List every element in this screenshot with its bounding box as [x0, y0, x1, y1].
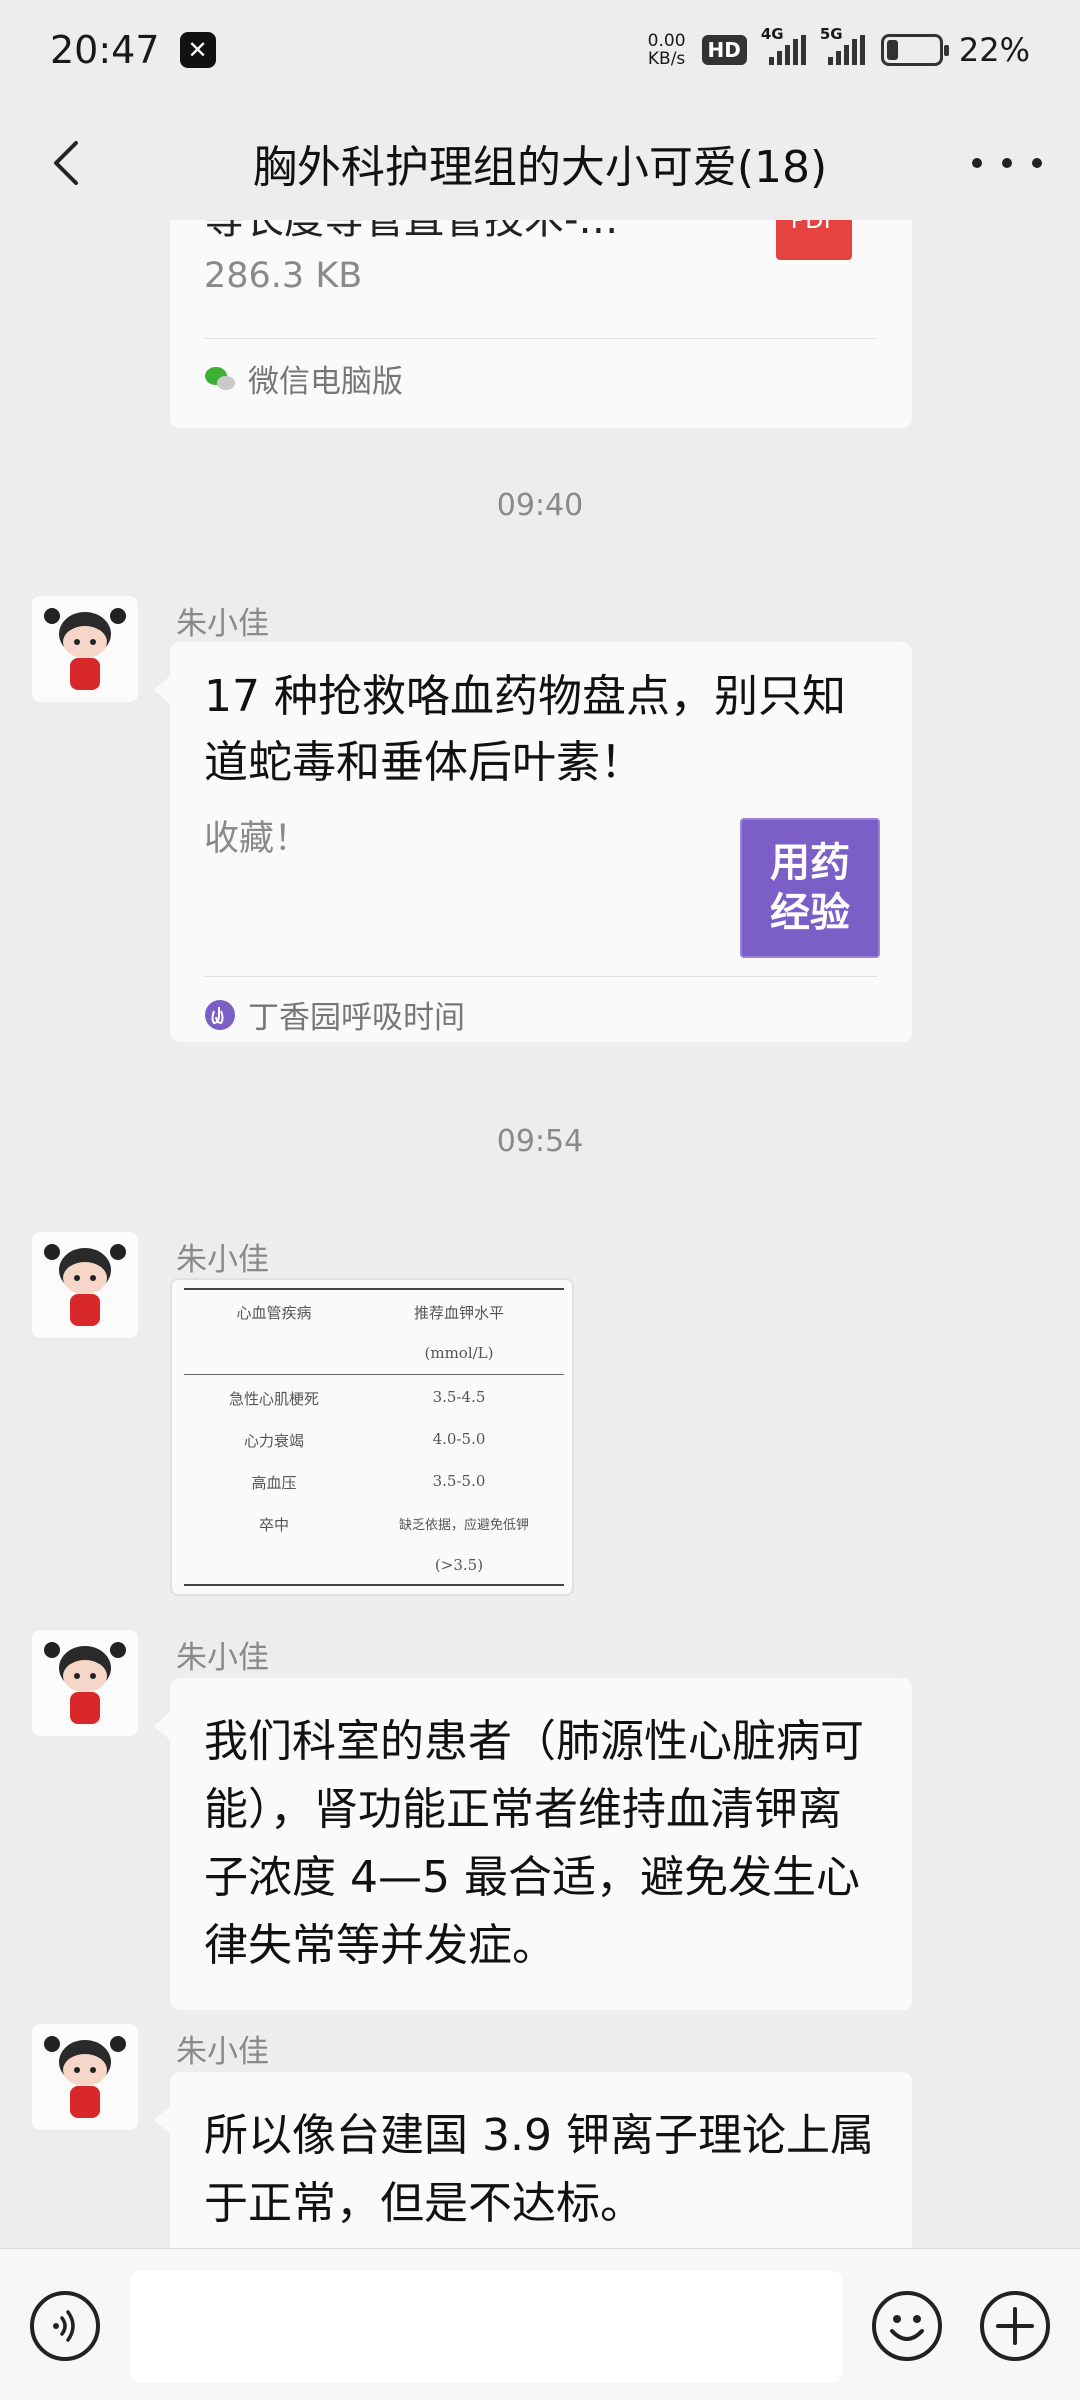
- table-rule: [184, 1584, 564, 1586]
- signal-4g-icon: 4G: [761, 25, 806, 65]
- status-indicators: 0.00 KB/s HD 4G 5G 22%: [648, 25, 1030, 69]
- more-dot-icon: [972, 158, 982, 168]
- status-time: 20:47: [50, 28, 160, 72]
- more-functions-button[interactable]: [978, 2289, 1052, 2363]
- avatar-cartoon-girl-icon: [44, 2036, 126, 2118]
- avatar[interactable]: [32, 2024, 138, 2130]
- emoji-icon: [872, 2291, 942, 2361]
- link-title: 17 种抢救咯血药物盘点，别只知道蛇毒和垂体后叶素！: [204, 671, 846, 788]
- avatar[interactable]: [32, 1232, 138, 1338]
- emoji-button[interactable]: [870, 2289, 944, 2363]
- table-cell: 高血压: [251, 1474, 297, 1492]
- avatar[interactable]: [32, 596, 138, 702]
- capcut-app-icon: ✕: [179, 32, 216, 68]
- wechat-icon: [205, 366, 235, 390]
- battery-level: [886, 40, 898, 60]
- thumbnail-text-line2: 经验: [770, 890, 850, 936]
- avatar-cartoon-girl-icon: [44, 1244, 126, 1326]
- table-rule: [184, 1374, 564, 1375]
- dxy-lung-icon: [205, 999, 235, 1030]
- table-cell: 缺乏依据，应避免低钾: [398, 1518, 529, 1533]
- table-cell: (>3.5): [434, 1556, 484, 1574]
- avatar-cartoon-girl-icon: [44, 1642, 126, 1724]
- network-speed: 0.00 KB/s: [648, 32, 686, 68]
- chat-title: 胸外科护理组的大小可爱(18): [252, 142, 828, 193]
- signal-5g-icon: 5G: [820, 25, 865, 65]
- more-options-button[interactable]: [972, 133, 1042, 193]
- timestamp: 09:54: [496, 1124, 584, 1159]
- card-source-label: 微信电脑版: [248, 364, 403, 400]
- pdf-file-icon: PDF: [776, 220, 852, 260]
- more-dot-icon: [1002, 158, 1012, 168]
- table-unit: (mmol/L): [424, 1344, 494, 1362]
- link-message-card[interactable]: 17 种抢救咯血药物盘点，别只知道蛇毒和垂体后叶素！ 收藏！ 用药 经验 丁香园…: [154, 642, 912, 1042]
- signal-5g-label: 5G: [819, 25, 843, 43]
- message-input[interactable]: [130, 2271, 842, 2383]
- voice-input-button[interactable]: [28, 2289, 102, 2363]
- table-cell: 4.0-5.0: [432, 1430, 486, 1448]
- avatar-cartoon-girl-icon: [44, 608, 126, 690]
- card-source-label: 丁香园呼吸时间: [248, 1000, 465, 1036]
- table-header: 推荐血钾水平: [413, 1304, 504, 1322]
- more-dot-icon: [1032, 158, 1042, 168]
- network-speed-value: 0.00: [647, 31, 686, 51]
- sender-name: 朱小佳: [176, 606, 269, 642]
- input-bar: [0, 2248, 1080, 2400]
- link-thumbnail: 用药 经验: [740, 818, 880, 958]
- plus-icon: [980, 2291, 1050, 2361]
- signal-4g-label: 4G: [760, 25, 784, 43]
- table-cell: 3.5-5.0: [432, 1472, 486, 1490]
- card-divider: [204, 338, 878, 339]
- table-cell: 急性心肌梗死: [228, 1390, 319, 1408]
- image-message[interactable]: 心血管疾病 推荐血钾水平 (mmol/L) 急性心肌梗死 3.5-4.5 心力衰…: [170, 1278, 574, 1596]
- chevron-left-icon: [54, 141, 78, 185]
- avatar[interactable]: [32, 1630, 138, 1736]
- text-message-bubble[interactable]: 所以像台建国 3.9 钾离子理论上属于正常，但是不达标。: [154, 2072, 912, 2248]
- sender-name: 朱小佳: [176, 1242, 269, 1278]
- timestamp: 09:40: [496, 488, 584, 523]
- file-name: 等长度等管直管技术-…: [204, 220, 619, 243]
- battery-icon: [880, 34, 949, 66]
- link-description: 收藏！: [204, 819, 310, 859]
- sender-name: 朱小佳: [176, 2034, 269, 2070]
- table-rule: [184, 1288, 564, 1290]
- voice-icon: [30, 2291, 100, 2361]
- table-cell: 心力衰竭: [243, 1432, 304, 1450]
- network-speed-unit: KB/s: [647, 49, 686, 69]
- hd-voice-icon: HD: [701, 35, 747, 65]
- card-divider: [204, 976, 878, 977]
- table-cell: 卒中: [258, 1516, 289, 1534]
- chat-header: 胸外科护理组的大小可爱(18): [0, 108, 1080, 218]
- file-message-card[interactable]: 等长度等管直管技术-… 286.3 KB PDF 微信电脑版: [170, 220, 912, 428]
- chat-messages[interactable]: 等长度等管直管技术-… 286.3 KB PDF 微信电脑版 09:40 朱小佳…: [0, 220, 1080, 2248]
- status-bar: 20:47 ✕ 0.00 KB/s HD 4G 5G 22%: [0, 0, 1080, 100]
- card-source: 微信电脑版: [204, 356, 403, 401]
- table-cell: 3.5-4.5: [432, 1388, 486, 1406]
- battery-text: 22%: [958, 31, 1030, 69]
- file-size: 286.3 KB: [204, 256, 363, 296]
- table-header: 心血管疾病: [236, 1304, 312, 1322]
- thumbnail-text-line1: 用药: [770, 840, 850, 886]
- sender-name: 朱小佳: [176, 1640, 269, 1676]
- back-button[interactable]: [40, 133, 100, 193]
- card-source: 丁香园呼吸时间: [204, 992, 465, 1037]
- text-message-bubble[interactable]: 我们科室的患者（肺源性心脏病可能），肾功能正常者维持血清钾离子浓度 4—5 最合…: [154, 1678, 912, 2010]
